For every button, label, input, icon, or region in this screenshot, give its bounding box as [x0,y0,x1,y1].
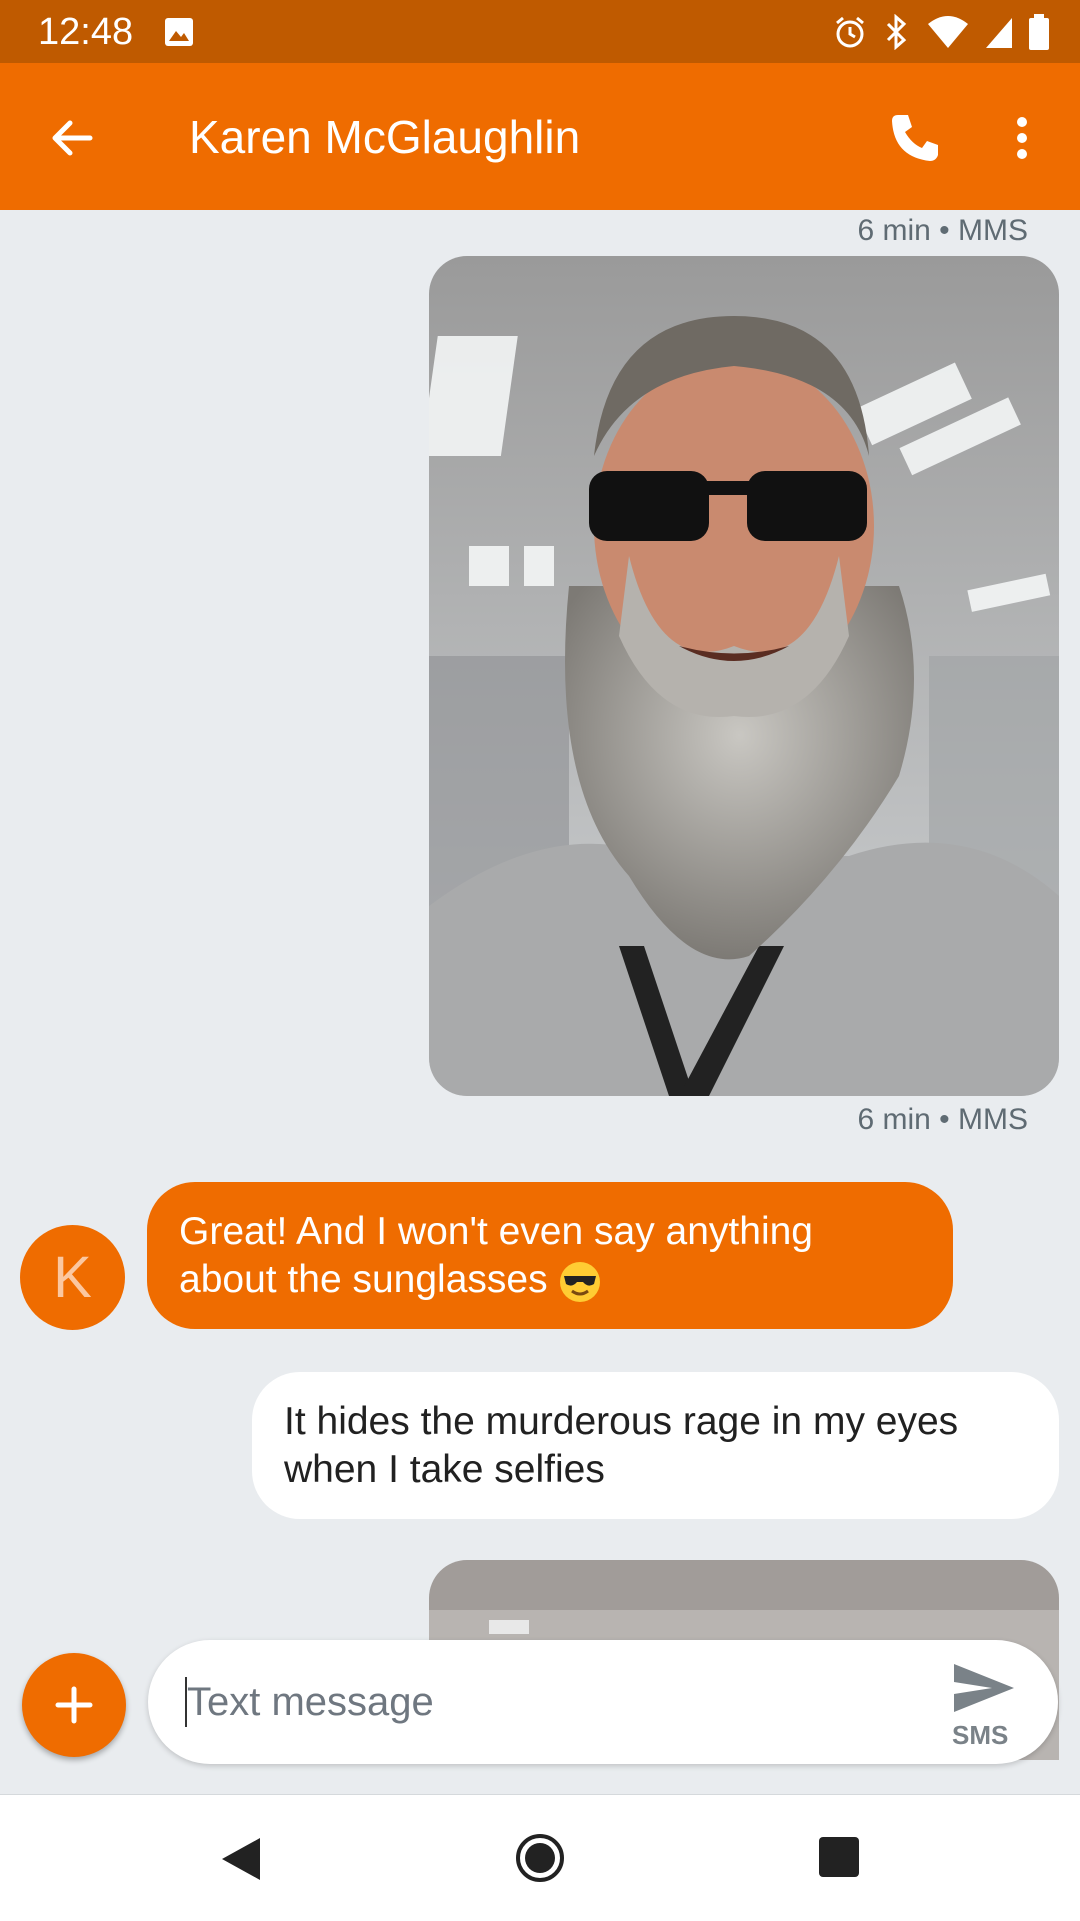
selfie-photo [429,256,1059,1096]
bluetooth-icon [886,14,907,50]
nav-home-icon[interactable] [514,1832,566,1884]
back-arrow-icon[interactable] [40,105,106,171]
status-time: 12:48 [38,11,134,53]
signal-icon [986,18,1012,48]
outgoing-message-bubble[interactable]: It hides the murderous rage in my eyes w… [252,1372,1059,1519]
battery-icon [1029,14,1049,50]
image-notification-icon [165,18,193,46]
send-mode-label: SMS [952,1720,1009,1750]
conversation-title: Karen McGlaughlin [189,111,581,163]
sunglasses-emoji-icon [560,1261,601,1302]
mms-photo[interactable] [429,256,1059,1096]
app-bar: Karen McGlaughlin [0,63,1080,210]
incoming-message-bubble[interactable]: Great! And I won't even say anything abo… [147,1182,953,1329]
plus-icon [55,1686,93,1724]
wifi-icon [928,16,968,48]
alarm-icon [836,16,864,48]
avatar-letter: K [53,1245,92,1310]
nav-recents-icon[interactable] [818,1836,860,1878]
status-icons [832,12,1050,52]
contact-avatar[interactable]: K [20,1225,125,1330]
more-options-icon[interactable] [1000,103,1044,173]
message-meta: 6 min • MMS [857,1103,1028,1136]
status-bar: 12:48 [0,0,1080,63]
add-attachment-button[interactable] [22,1653,126,1757]
message-text: It hides the murderous rage in my eyes w… [284,1400,959,1491]
phone-call-icon[interactable] [880,103,950,173]
nav-back-icon[interactable] [216,1834,266,1884]
compose-placeholder[interactable]: Text message [187,1677,434,1727]
message-text: Great! And I won't even say anything abo… [179,1210,813,1301]
message-meta: 6 min • MMS [857,214,1028,247]
